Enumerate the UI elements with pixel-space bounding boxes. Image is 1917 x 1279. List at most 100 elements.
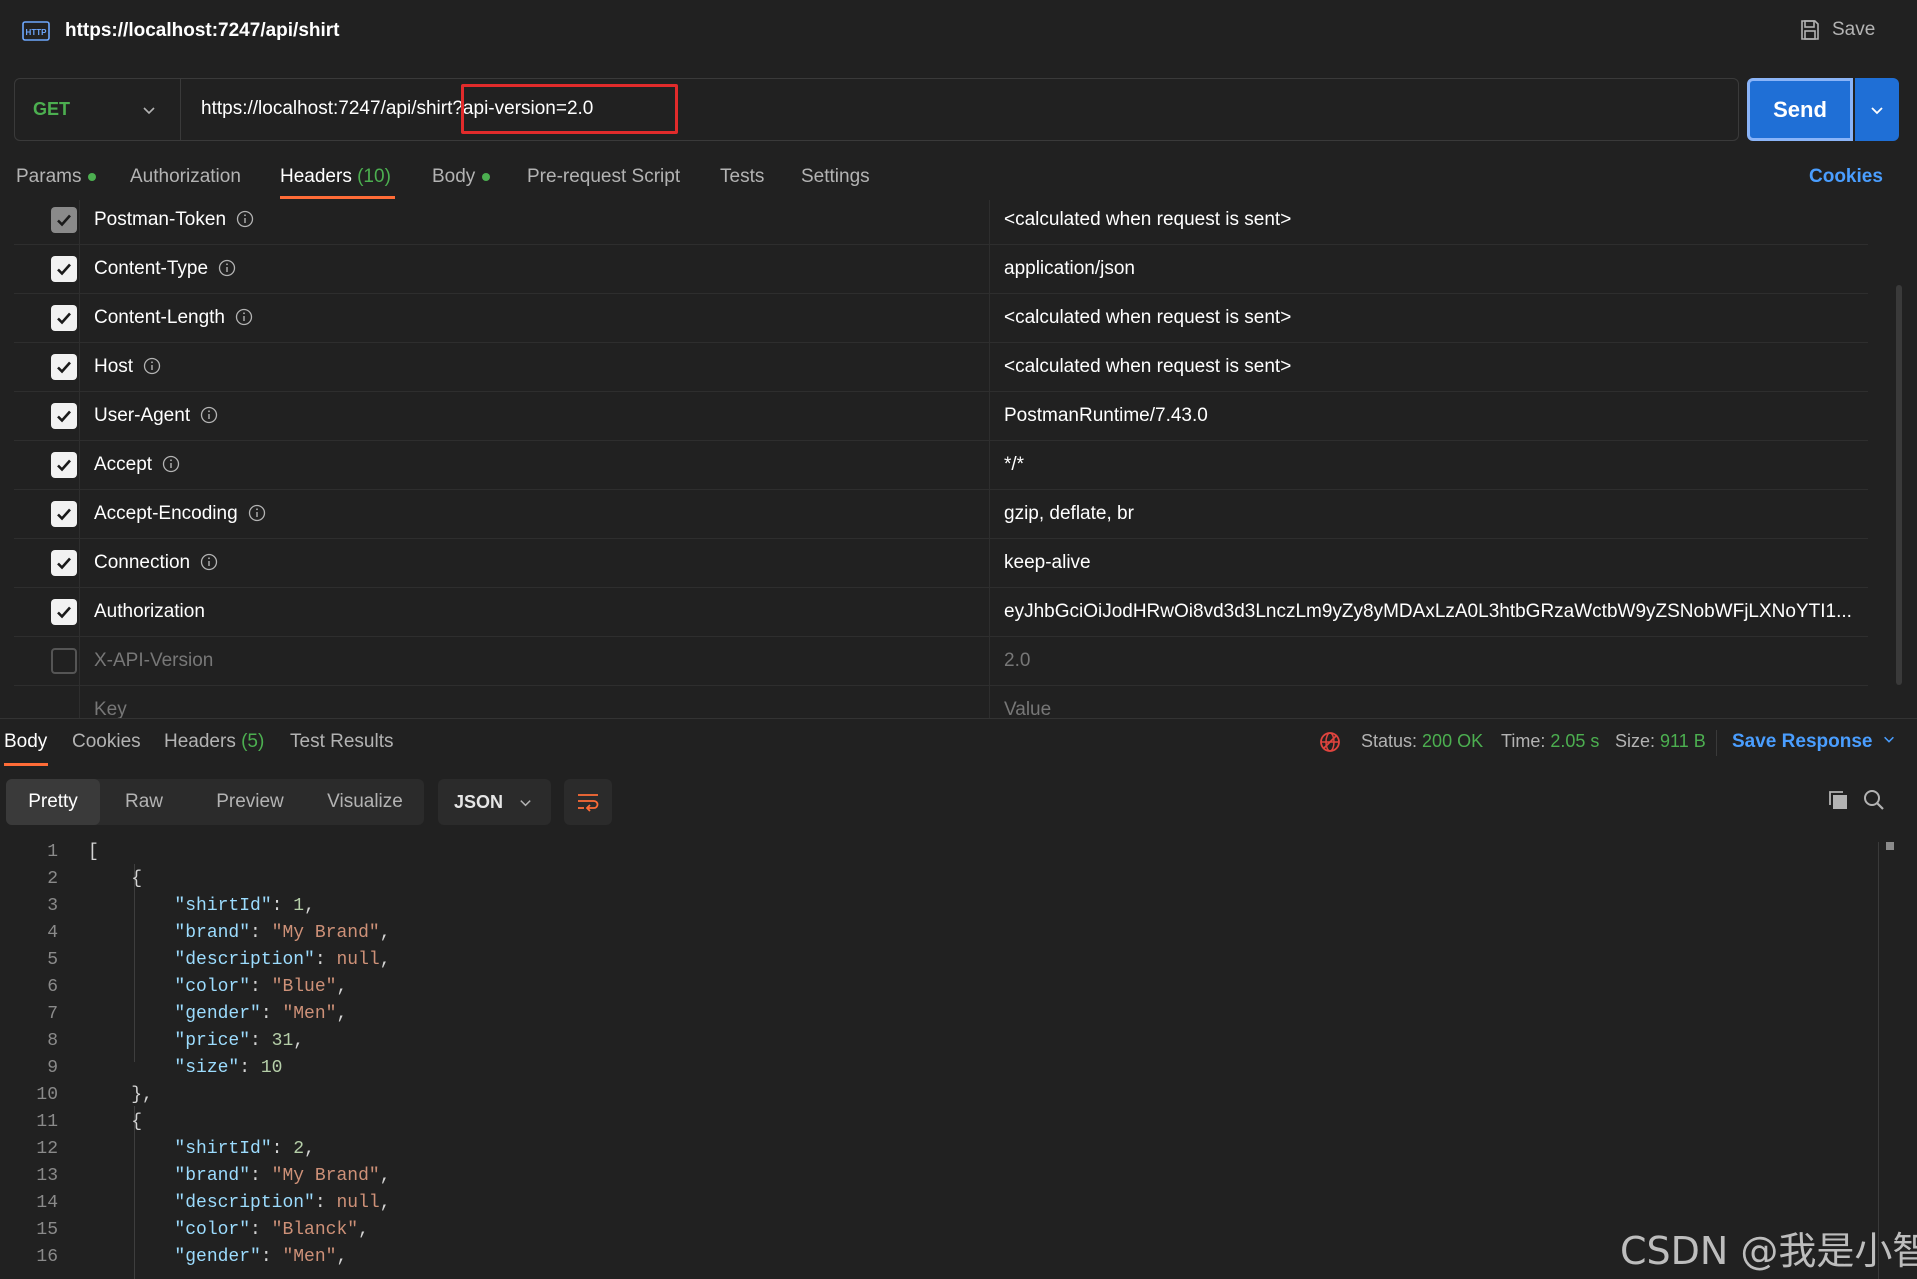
chevron-down-icon bbox=[1884, 736, 1895, 743]
tab-authorization[interactable]: Authorization bbox=[130, 166, 241, 188]
tab-body[interactable]: Body bbox=[432, 166, 491, 188]
wrap-lines-button[interactable] bbox=[564, 779, 612, 825]
value-cell[interactable]: keep-alive bbox=[990, 539, 1868, 588]
line-number: 12 bbox=[36, 1139, 58, 1159]
code-line: 3 "shirtId": 1, bbox=[0, 896, 1880, 923]
value-cell[interactable]: eyJhbGciOiJodHRwOi8vd3d3LnczLm9yZy8yMDAx… bbox=[990, 588, 1868, 637]
line-number: 10 bbox=[36, 1085, 58, 1105]
send-options-button[interactable] bbox=[1855, 78, 1899, 141]
scrollbar-thumb[interactable] bbox=[1886, 842, 1894, 850]
tab-settings[interactable]: Settings bbox=[801, 166, 870, 188]
request-title[interactable]: https://localhost:7247/api/shirt bbox=[65, 20, 340, 42]
tab-label: Pre-request Script bbox=[527, 166, 681, 187]
code-token: , bbox=[379, 1193, 391, 1213]
header-checkbox[interactable] bbox=[51, 501, 77, 527]
save-response-button[interactable]: Save Response bbox=[1732, 731, 1896, 753]
resp-tab-body[interactable]: Body bbox=[4, 731, 47, 753]
header-checkbox[interactable] bbox=[51, 599, 77, 625]
value-cell[interactable]: Value bbox=[990, 686, 1868, 718]
code-token: "brand" bbox=[174, 1166, 251, 1186]
scrollbar[interactable] bbox=[1896, 285, 1902, 685]
info-icon bbox=[143, 357, 161, 375]
value-cell[interactable]: <calculated when request is sent> bbox=[990, 200, 1868, 245]
header-checkbox[interactable] bbox=[51, 256, 77, 282]
scrollbar-track bbox=[1878, 842, 1879, 1279]
key-cell[interactable]: Accept-Encoding bbox=[80, 490, 990, 539]
response-body-viewer[interactable]: 1[2 {3 "shirtId": 1, 4 "brand": "My Brand… bbox=[0, 842, 1880, 1279]
value-cell[interactable]: <calculated when request is sent> bbox=[990, 343, 1868, 392]
code-text: "description": null, bbox=[88, 950, 390, 970]
code-line: 12 "shirtId": 2, bbox=[0, 1139, 1880, 1166]
chevron-down-icon bbox=[520, 800, 531, 807]
header-row: Host <calculated when request is sent> bbox=[14, 343, 1868, 392]
resp-tab-cookies[interactable]: Cookies bbox=[72, 731, 141, 753]
tab-label: Headers bbox=[280, 166, 352, 187]
checkbox-cell bbox=[14, 294, 80, 343]
tab-params[interactable]: Params bbox=[16, 166, 97, 188]
code-token: "size" bbox=[174, 1058, 240, 1078]
header-key-text: Accept-Encoding bbox=[94, 503, 238, 524]
header-checkbox[interactable] bbox=[51, 452, 77, 478]
code-token: "shirtId" bbox=[174, 896, 272, 916]
code-text: [ bbox=[88, 842, 99, 862]
value-cell[interactable]: gzip, deflate, br bbox=[990, 490, 1868, 539]
resp-tab-test-results[interactable]: Test Results bbox=[290, 731, 393, 753]
code-token: 31 bbox=[271, 1031, 294, 1051]
header-key-text: Authorization bbox=[94, 601, 205, 622]
value-cell[interactable]: PostmanRuntime/7.43.0 bbox=[990, 392, 1868, 441]
code-line: 7 "gender": "Men", bbox=[0, 1004, 1880, 1031]
pretty-button[interactable]: Pretty bbox=[6, 779, 100, 825]
code-text: }, bbox=[88, 1085, 153, 1105]
tab-pre-request-script[interactable]: Pre-request Script bbox=[527, 166, 680, 188]
key-cell[interactable]: Content-Type bbox=[80, 245, 990, 294]
code-line: 10 }, bbox=[0, 1085, 1880, 1112]
header-row: Accept-Encoding gzip, deflate, br bbox=[14, 490, 1868, 539]
tab-tests[interactable]: Tests bbox=[720, 166, 764, 188]
url-highlight-box bbox=[461, 84, 678, 134]
method-select[interactable]: GET bbox=[15, 79, 181, 140]
checkbox-cell bbox=[14, 637, 80, 686]
globe-icon[interactable] bbox=[1318, 730, 1342, 754]
format-select[interactable]: JSON bbox=[438, 779, 551, 825]
resp-tab-headers[interactable]: Headers (5) bbox=[164, 731, 264, 753]
header-checkbox[interactable] bbox=[51, 305, 77, 331]
header-value: */* bbox=[1004, 454, 1025, 475]
key-cell[interactable]: Key bbox=[80, 686, 990, 718]
raw-button[interactable]: Raw bbox=[104, 779, 184, 825]
send-button[interactable]: Send bbox=[1747, 78, 1853, 141]
value-cell[interactable]: 2.0 bbox=[990, 637, 1868, 686]
tab-label: Body bbox=[432, 166, 476, 187]
code-token: : bbox=[250, 923, 272, 943]
save-button[interactable]: Save bbox=[1798, 18, 1875, 42]
cookies-link[interactable]: Cookies bbox=[1809, 166, 1883, 188]
header-checkbox[interactable] bbox=[51, 403, 77, 429]
preview-button[interactable]: Preview bbox=[202, 779, 298, 825]
code-token: 2 bbox=[293, 1139, 305, 1159]
header-checkbox[interactable] bbox=[51, 550, 77, 576]
key-cell[interactable]: Postman-Token bbox=[80, 200, 990, 245]
header-checkbox[interactable] bbox=[51, 648, 77, 674]
key-cell[interactable]: Accept bbox=[80, 441, 990, 490]
key-cell[interactable]: Host bbox=[80, 343, 990, 392]
value-cell[interactable]: */* bbox=[990, 441, 1868, 490]
status-value: 200 OK bbox=[1422, 731, 1484, 751]
value-cell[interactable]: application/json bbox=[990, 245, 1868, 294]
key-cell[interactable]: User-Agent bbox=[80, 392, 990, 441]
format-selected: JSON bbox=[454, 791, 504, 812]
header-checkbox[interactable] bbox=[51, 354, 77, 380]
tab-headers[interactable]: Headers (10) bbox=[280, 166, 391, 188]
key-cell[interactable]: X-API-Version bbox=[80, 637, 990, 686]
header-checkbox[interactable] bbox=[51, 207, 77, 233]
line-number: 3 bbox=[47, 896, 58, 916]
value-cell[interactable]: <calculated when request is sent> bbox=[990, 294, 1868, 343]
code-line: 2 { bbox=[0, 869, 1880, 896]
visualize-button[interactable]: Visualize bbox=[310, 779, 420, 825]
key-cell[interactable]: Connection bbox=[80, 539, 990, 588]
code-token: "Blue" bbox=[271, 977, 337, 997]
search-icon[interactable] bbox=[1862, 788, 1886, 812]
key-cell[interactable]: Content-Length bbox=[80, 294, 990, 343]
copy-icon[interactable] bbox=[1826, 788, 1850, 812]
key-cell[interactable]: Authorization bbox=[80, 588, 990, 637]
